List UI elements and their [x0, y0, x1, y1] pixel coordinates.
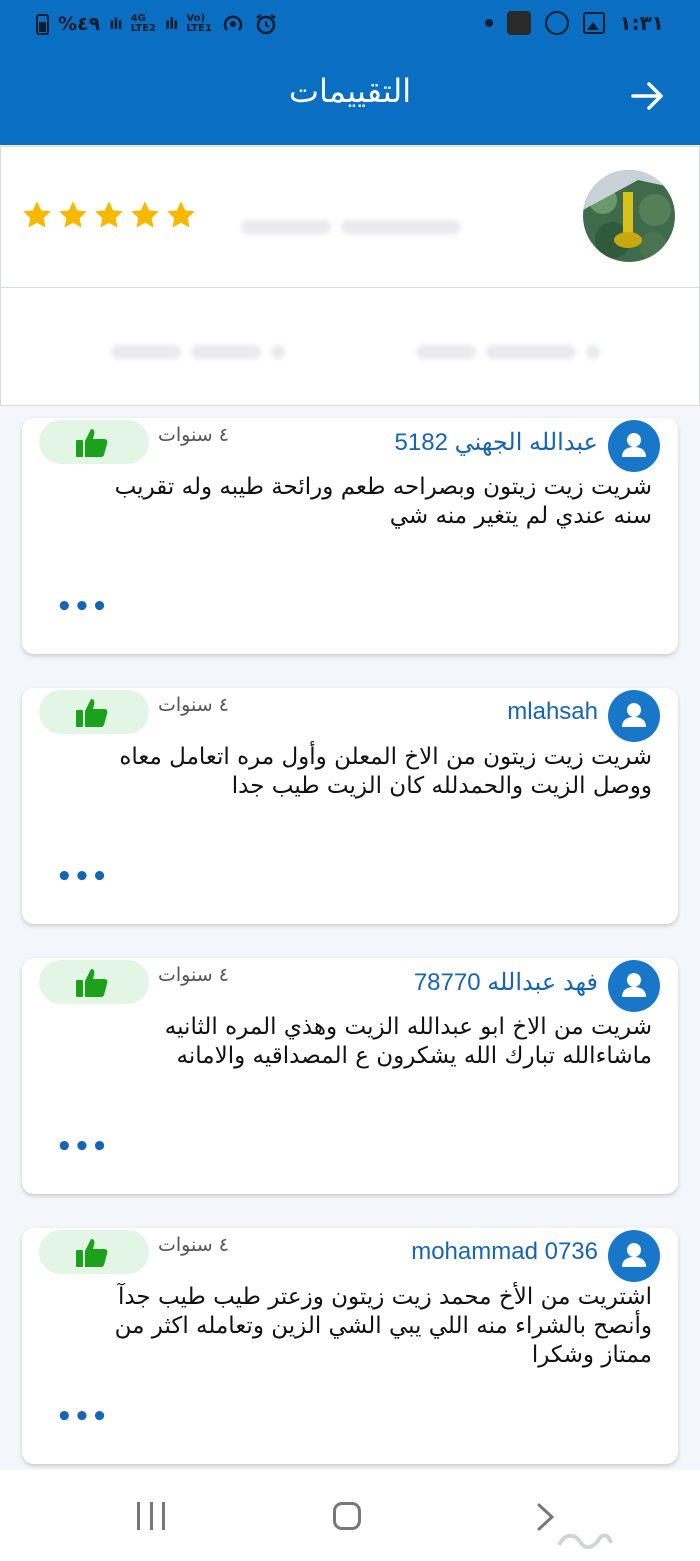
star-icon — [23, 201, 51, 228]
recent-apps-icon[interactable] — [137, 1502, 165, 1530]
review-card: mlahsah ٤ سنوات شريت زيت زيتون من الاخ ا… — [22, 688, 678, 924]
blurred-stats-left — [111, 340, 285, 364]
more-options-icon[interactable]: ••• — [56, 864, 109, 890]
user-avatar-icon — [608, 420, 660, 472]
review-time: ٤ سنوات — [158, 964, 229, 986]
star-icon — [131, 201, 159, 228]
like-button[interactable] — [39, 1230, 149, 1274]
star-icon — [59, 201, 87, 228]
battery-level: %٤٩ — [58, 13, 101, 35]
thumbs-up-icon — [76, 1239, 108, 1267]
alarm-icon — [256, 14, 276, 35]
olive-oil-image — [583, 170, 675, 262]
review-card: عبدالله الجهني 5182 ٤ سنوات شريت زيت زيت… — [22, 418, 678, 654]
like-button[interactable] — [39, 420, 149, 464]
blurred-stats-right — [416, 340, 600, 364]
review-author[interactable]: mohammad 0736 — [411, 1238, 598, 1266]
summary-divider — [1, 287, 699, 288]
review-author[interactable]: عبدالله الجهني 5182 — [395, 428, 598, 457]
status-right: ١:٣١ — [485, 11, 664, 35]
more-options-icon[interactable]: ••• — [56, 1404, 109, 1430]
battery-icon — [36, 13, 49, 35]
status-left: %٤٩ ılı 4G LTE2 ılı Vo) LTE1 — [36, 12, 278, 36]
user-avatar-icon — [608, 960, 660, 1012]
whatsapp-icon — [545, 11, 570, 35]
review-text: شريت زيت زيتون وبصراحه طعم ورائحة طيبه و… — [114, 474, 652, 529]
thumbs-up-icon — [76, 429, 108, 457]
like-button[interactable] — [39, 960, 149, 1004]
app-notification-icon — [507, 11, 532, 35]
like-button[interactable] — [39, 690, 149, 734]
user-avatar-icon — [608, 690, 660, 742]
thumbs-up-icon — [76, 969, 108, 997]
review-time: ٤ سنوات — [158, 1234, 229, 1256]
review-card: mohammad 0736 ٤ سنوات اشتريت من الأخ محم… — [22, 1228, 678, 1464]
arrow-right-icon[interactable] — [628, 76, 668, 116]
notification-dot-icon — [485, 19, 494, 27]
seller-avatar[interactable] — [583, 170, 675, 262]
network-label-1: 4G LTE2 — [130, 13, 157, 34]
review-text: اشتريت من الأخ محمد زيت زيتون وزعتر طيب … — [114, 1284, 652, 1368]
signal-icon: ılı — [109, 15, 122, 33]
page-title: التقييمات — [288, 72, 412, 110]
review-time: ٤ سنوات — [158, 424, 229, 446]
network-label-2: Vo) LTE1 — [186, 13, 212, 34]
review-time: ٤ سنوات — [158, 694, 229, 716]
system-nav-bar — [0, 1470, 700, 1561]
review-text: شريت زيت زيتون من الاخ المعلن وأول مره ا… — [119, 744, 652, 799]
haraj-watermark-logo — [557, 1533, 613, 1550]
gallery-icon — [583, 12, 606, 34]
blurred-seller-name — [241, 215, 461, 239]
star-icon — [167, 201, 195, 228]
review-author[interactable]: mlahsah — [507, 698, 598, 726]
more-options-icon[interactable]: ••• — [56, 594, 109, 620]
signal-icon-2: ılı — [165, 15, 178, 33]
review-text: شريت من الاخ ابو عبدالله الزيت وهذي المر… — [164, 1014, 652, 1069]
home-icon[interactable] — [333, 1502, 361, 1530]
clock: ١:٣١ — [619, 11, 664, 35]
review-author[interactable]: فهد عبدالله 78770 — [414, 968, 598, 997]
review-card: فهد عبدالله 78770 ٤ سنوات شريت من الاخ ا… — [22, 958, 678, 1194]
star-icon — [95, 201, 123, 228]
rating-stars — [21, 199, 197, 231]
thumbs-up-icon — [76, 699, 108, 727]
more-options-icon[interactable]: ••• — [56, 1134, 109, 1160]
app-bar: التقييمات — [0, 50, 700, 145]
hotspot-icon — [223, 15, 242, 31]
user-avatar-icon — [608, 1230, 660, 1282]
status-bar: %٤٩ ılı 4G LTE2 ılı Vo) LTE1 ١:٣١ — [0, 0, 700, 50]
